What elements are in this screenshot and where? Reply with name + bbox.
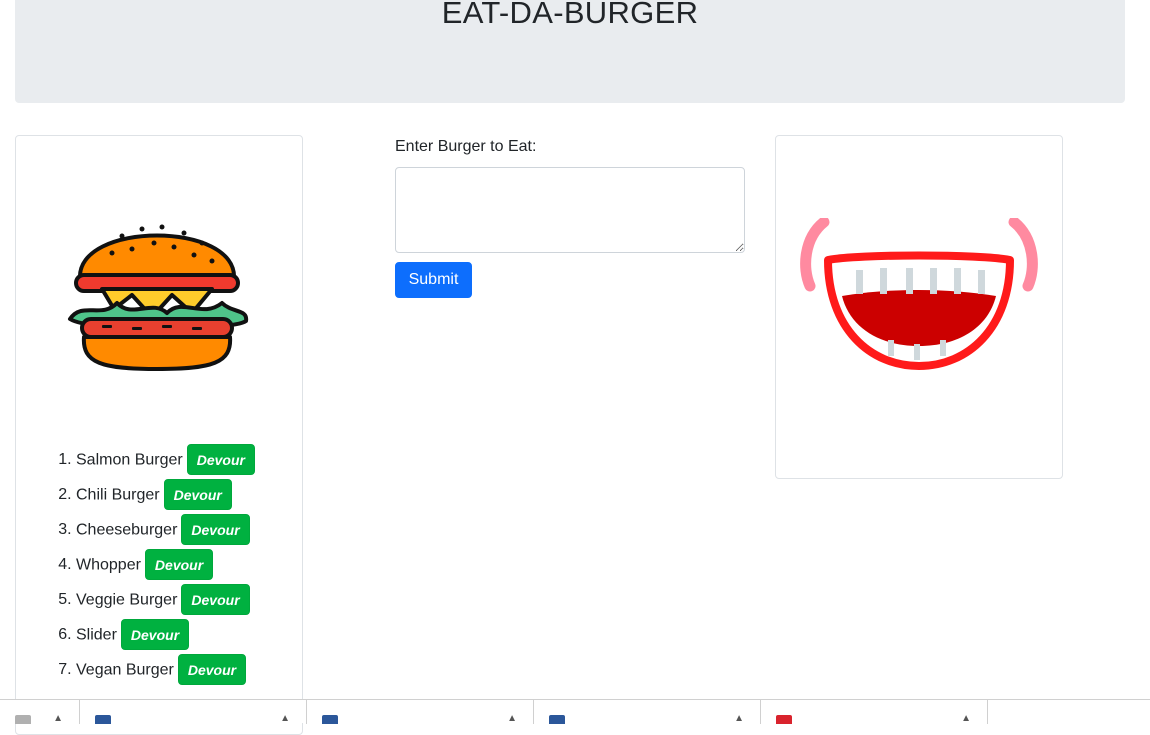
list-item: Chili BurgerDevour — [76, 477, 255, 512]
burger-name: Veggie Burger — [76, 591, 178, 609]
list-item: Veggie BurgerDevour — [76, 582, 255, 617]
mouth-card — [775, 135, 1063, 479]
mouth-image — [800, 218, 1038, 370]
caret-icon: ▲ — [961, 713, 971, 724]
devour-button[interactable]: Devour — [181, 584, 250, 616]
burger-list: Salmon BurgerDevour Chili BurgerDevour C… — [56, 442, 255, 687]
caret-icon: ▲ — [53, 713, 63, 724]
list-item: Salmon BurgerDevour — [76, 442, 255, 477]
burger-name: Slider — [76, 626, 117, 644]
caret-icon: ▲ — [507, 713, 517, 724]
page-title: EAT-DA-BURGER — [441, 0, 699, 30]
devour-button[interactable]: Devour — [163, 479, 232, 511]
burger-input-label: Enter Burger to Eat: — [395, 138, 537, 155]
taskbar-item[interactable]: ▲ — [761, 700, 988, 724]
list-item: WhopperDevour — [76, 547, 255, 582]
devour-button[interactable]: Devour — [120, 619, 190, 651]
devour-button[interactable]: Devour — [144, 549, 214, 581]
taskbar-item[interactable]: ▲ — [307, 700, 534, 724]
burger-image — [68, 224, 249, 371]
taskbar-item[interactable]: ▲ — [0, 700, 80, 724]
list-item: Vegan BurgerDevour — [76, 652, 255, 687]
list-item: SliderDevour — [76, 617, 255, 652]
burger-name: Cheeseburger — [76, 521, 178, 539]
devour-button[interactable]: Devour — [186, 444, 255, 476]
devour-button[interactable]: Devour — [181, 514, 250, 546]
burger-textarea[interactable] — [395, 167, 745, 253]
taskbar-item[interactable]: ▲ — [80, 700, 307, 724]
submit-button[interactable]: Submit — [395, 262, 472, 298]
header-jumbotron: EAT-DA-BURGER — [15, 0, 1125, 103]
burger-list-card: Salmon BurgerDevour Chili BurgerDevour C… — [15, 135, 303, 735]
taskbar: ▲ ▲ ▲ ▲ ▲ — [0, 699, 1150, 724]
devour-button[interactable]: Devour — [177, 654, 247, 686]
burger-name: Whopper — [76, 556, 141, 574]
burger-name: Chili Burger — [76, 486, 160, 504]
list-item: CheeseburgerDevour — [76, 512, 255, 547]
burger-name: Vegan Burger — [76, 661, 174, 679]
caret-icon: ▲ — [734, 713, 744, 724]
taskbar-item[interactable]: ▲ — [534, 700, 761, 724]
burger-name: Salmon Burger — [76, 451, 183, 469]
caret-icon: ▲ — [280, 713, 290, 724]
